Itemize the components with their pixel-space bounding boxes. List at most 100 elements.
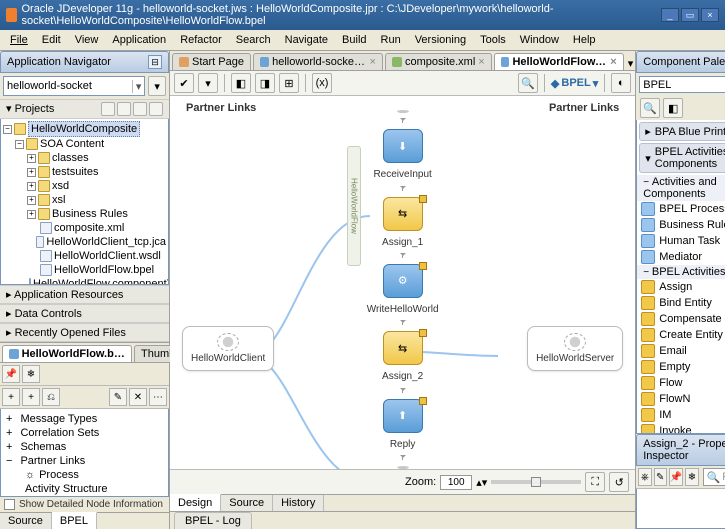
palette-group-bpel[interactable]: ▾ BPEL Activities and Components xyxy=(639,143,725,173)
palette-item[interactable]: FlowN xyxy=(637,391,725,407)
menu-file[interactable]: File xyxy=(4,32,34,48)
palette-subgroup[interactable]: − Activities and Components xyxy=(637,175,725,201)
section-recent-files[interactable]: ▸ Recently Opened Files xyxy=(0,323,169,342)
panel-menu-icon[interactable]: ⊟ xyxy=(148,55,162,69)
projects-tool3[interactable] xyxy=(133,102,147,116)
application-menu-button[interactable]: ▾ xyxy=(148,76,166,96)
validate-icon[interactable]: ✔ xyxy=(174,73,194,93)
palette-category-select[interactable]: BPEL▾ xyxy=(639,76,725,93)
close-icon[interactable]: × xyxy=(478,56,484,68)
bpel-mode-menu[interactable]: ◆ BPEL ▾ xyxy=(551,77,598,90)
palette-item[interactable]: IM xyxy=(637,407,725,423)
activity-assign-1[interactable]: ⇆ xyxy=(383,197,423,231)
editor-tabs-menu[interactable]: ▾ xyxy=(628,57,634,70)
tool-icon[interactable]: ◧ xyxy=(231,73,251,93)
menu-edit[interactable]: Edit xyxy=(36,32,67,48)
palette-item[interactable]: Flow xyxy=(637,375,725,391)
section-data-controls[interactable]: ▸ Data Controls xyxy=(0,304,169,323)
structure-bottomtab-bpel[interactable]: BPEL xyxy=(52,512,97,529)
struct-item[interactable]: −Partner Links xyxy=(4,454,165,468)
projects-tool4[interactable] xyxy=(149,102,163,116)
close-icon[interactable]: × xyxy=(370,56,376,68)
palette-item[interactable]: BPEL Process xyxy=(637,201,725,217)
application-select[interactable]: helloworld-socket ▾ xyxy=(3,76,145,96)
structure-btn2[interactable]: + xyxy=(22,388,40,406)
menu-search[interactable]: Search xyxy=(230,32,277,48)
activity-reply[interactable]: ⬆ xyxy=(383,399,423,433)
show-detailed-checkbox[interactable] xyxy=(4,499,15,510)
menu-build[interactable]: Build xyxy=(336,32,372,48)
editor-tab-composite[interactable]: composite.xml× xyxy=(385,53,492,70)
partner-server[interactable]: HelloWorldServer xyxy=(527,326,623,371)
maximize-button[interactable]: ▭ xyxy=(681,8,699,22)
struct-subitem[interactable]: ☼ Process xyxy=(4,468,165,482)
partner-client[interactable]: HelloWorldClient xyxy=(182,326,274,371)
palette-item[interactable]: Email xyxy=(637,343,725,359)
palette-subgroup[interactable]: − BPEL Activities xyxy=(637,265,725,279)
tool-icon[interactable]: ◨ xyxy=(255,73,275,93)
close-icon[interactable]: × xyxy=(610,56,616,68)
palette-item[interactable]: Create Entity xyxy=(637,327,725,343)
tool-icon[interactable]: (x) xyxy=(312,73,332,93)
palette-group-bpa[interactable]: ▸ BPA Blue Prints xyxy=(639,122,725,141)
search-icon[interactable]: 🔍 xyxy=(518,73,538,93)
palette-item[interactable]: Human Task xyxy=(637,233,725,249)
struct-item[interactable]: +Schemas xyxy=(4,440,165,454)
inspector-tool[interactable]: ⎈ xyxy=(638,468,651,486)
zoom-slider[interactable] xyxy=(491,480,581,484)
bpel-canvas[interactable]: Partner Links Partner Links HelloWorldFl… xyxy=(170,96,635,469)
palette-search-icon[interactable]: 🔍 xyxy=(640,98,660,118)
editor-tab-jws[interactable]: helloworld-socket.jws× xyxy=(253,53,383,70)
structure-bottomtab-source[interactable]: Source xyxy=(0,513,52,529)
projects-tool1[interactable] xyxy=(101,102,115,116)
menu-navigate[interactable]: Navigate xyxy=(279,32,334,48)
section-app-resources[interactable]: ▸ Application Resources xyxy=(0,285,169,304)
inspector-tool[interactable]: ❄ xyxy=(685,468,698,486)
design-tab[interactable]: Design xyxy=(170,494,221,511)
source-tab[interactable]: Source xyxy=(221,495,273,511)
editor-tab-bpel[interactable]: HelloWorldFlow.bpel× xyxy=(494,53,624,70)
activity-assign-2[interactable]: ⇆ xyxy=(383,331,423,365)
menu-tools[interactable]: Tools xyxy=(474,32,512,48)
structure-btn1[interactable]: + xyxy=(2,388,20,406)
menu-run[interactable]: Run xyxy=(375,32,407,48)
activity-receive[interactable]: ⬇ xyxy=(383,129,423,163)
structure-btn3[interactable]: ⎌ xyxy=(42,388,60,406)
palette-view-icon[interactable]: ◧ xyxy=(663,98,683,118)
close-button[interactable]: × xyxy=(701,8,719,22)
tool-icon[interactable]: ⊞ xyxy=(279,73,299,93)
projects-section[interactable]: ▾ Projects xyxy=(0,99,169,119)
zoom-reset-icon[interactable]: ↺ xyxy=(609,472,629,492)
struct-item[interactable]: +Correlation Sets xyxy=(4,426,165,440)
palette-item[interactable]: Compensate xyxy=(637,311,725,327)
history-tab[interactable]: History xyxy=(273,495,324,511)
structure-pin-icon[interactable]: 📌 xyxy=(2,365,20,383)
tool-icon[interactable]: ◐ xyxy=(611,73,631,93)
activity-write[interactable]: ⚙ xyxy=(383,264,423,298)
inspector-tool[interactable]: 📌 xyxy=(669,468,683,486)
menu-window[interactable]: Window xyxy=(514,32,565,48)
palette-item[interactable]: Business Rule xyxy=(637,217,725,233)
zoom-input[interactable] xyxy=(440,475,472,490)
struct-item[interactable]: +Message Types xyxy=(4,412,165,426)
structure-delete-icon[interactable]: ✕ xyxy=(129,388,147,406)
menu-view[interactable]: View xyxy=(69,32,105,48)
structure-edit-icon[interactable]: ✎ xyxy=(109,388,127,406)
structure-tab-file[interactable]: HelloWorldFlow.bp... xyxy=(2,345,132,362)
palette-item[interactable]: Invoke xyxy=(637,423,725,434)
struct-item-selected[interactable]: Activity Structure xyxy=(4,482,165,496)
zoom-stepper[interactable]: ▴▾ xyxy=(476,476,487,489)
structure-freeze-icon[interactable]: ❄ xyxy=(22,365,40,383)
menu-help[interactable]: Help xyxy=(567,32,602,48)
log-panel[interactable]: BPEL - Log xyxy=(170,511,635,529)
projects-tool2[interactable] xyxy=(117,102,131,116)
project-tree[interactable]: −HelloWorldComposite −SOA Content +class… xyxy=(1,119,168,285)
tool-icon[interactable]: ▾ xyxy=(198,73,218,93)
editor-tab-startpage[interactable]: Start Page xyxy=(172,53,251,70)
palette-item[interactable]: Mediator xyxy=(637,249,725,265)
menu-versioning[interactable]: Versioning xyxy=(409,32,472,48)
palette-item[interactable]: Bind Entity xyxy=(637,295,725,311)
zoom-fit-icon[interactable]: ⛶ xyxy=(585,472,605,492)
palette-item[interactable]: Assign xyxy=(637,279,725,295)
menu-application[interactable]: Application xyxy=(106,32,172,48)
